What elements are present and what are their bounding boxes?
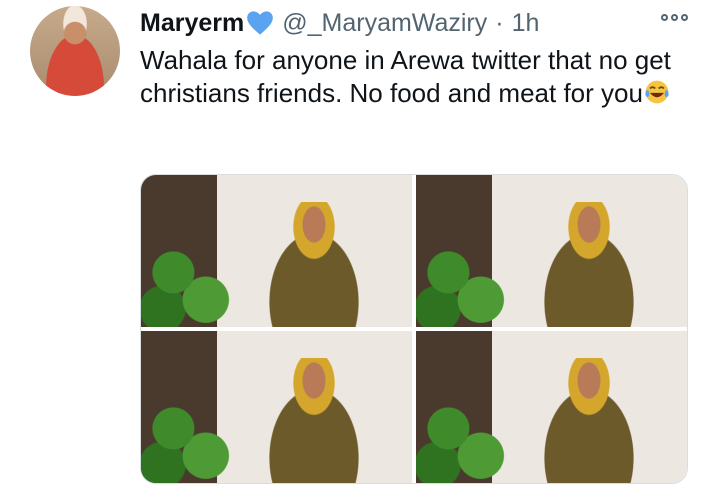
more-options-icon[interactable] — [661, 14, 688, 21]
tweet-body: Wahala for anyone in Arewa twitter that … — [140, 45, 671, 108]
separator-dot: · — [495, 8, 504, 37]
timestamp[interactable]: 1h — [512, 9, 540, 38]
handle[interactable]: @_MaryamWaziry — [282, 9, 487, 38]
media-photo-3[interactable] — [141, 331, 412, 483]
media-photo-4[interactable] — [416, 331, 687, 483]
face-with-tears-of-joy-icon — [645, 80, 669, 104]
blue-heart-icon — [247, 11, 274, 35]
media-photo-1[interactable] — [141, 175, 412, 327]
tweet-header: Maryerm @_MaryamWaziry · 1h — [140, 8, 539, 38]
media-photo-2[interactable] — [416, 175, 687, 327]
avatar[interactable] — [30, 6, 120, 96]
tweet-text: Wahala for anyone in Arewa twitter that … — [140, 44, 700, 110]
media-grid — [140, 174, 688, 484]
display-name[interactable]: Maryerm — [140, 9, 244, 38]
